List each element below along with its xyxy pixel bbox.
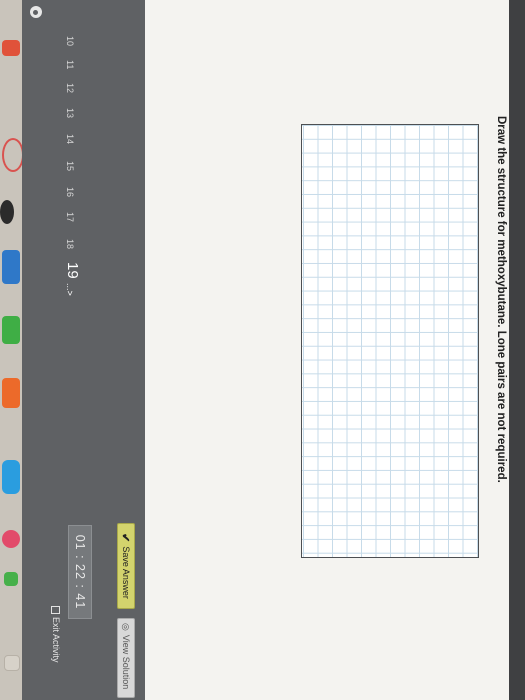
page-more-link[interactable]: ...> <box>65 283 75 296</box>
exit-activity-label: Exit Activity <box>51 617 61 663</box>
page-link-16[interactable]: 16 <box>65 187 75 197</box>
app-icon-dark[interactable] <box>0 200 14 224</box>
bottom-bar: ✔ Save Answer ◎ View Solution 01 : 22 : … <box>22 0 145 700</box>
lightbulb-icon: ◎ <box>121 623 132 631</box>
app-icon-pink[interactable] <box>2 530 20 548</box>
page-link-11[interactable]: 11 <box>65 60 75 69</box>
view-solution-button[interactable]: ◎ View Solution <box>117 618 135 698</box>
app-icon-ring[interactable] <box>2 138 24 172</box>
app-icon-grey[interactable] <box>4 655 20 671</box>
exit-activity-link[interactable]: Exit Activity <box>51 606 61 663</box>
question-prompt: Draw the structure for methoxybutane. Lo… <box>495 116 507 483</box>
page-link-14[interactable]: 14 <box>65 134 75 144</box>
save-answer-label: Save Answer <box>121 546 131 599</box>
save-answer-button[interactable]: ✔ Save Answer <box>117 523 135 609</box>
exit-icon <box>51 606 61 614</box>
check-icon: ✔ <box>119 533 132 543</box>
page-link-18[interactable]: 18 <box>65 239 75 249</box>
page-link-10[interactable]: 10 <box>65 36 75 46</box>
app-icon-green[interactable] <box>2 316 20 344</box>
app-icon-green-small[interactable] <box>4 572 18 586</box>
top-bar <box>509 0 525 700</box>
view-solution-label: View Solution <box>121 634 131 690</box>
page-link-17[interactable]: 17 <box>65 212 75 222</box>
page-link-12[interactable]: 12 <box>65 83 75 93</box>
app-icon-orange[interactable] <box>2 378 20 408</box>
app-icon-blue[interactable] <box>2 250 20 284</box>
page-link-13[interactable]: 13 <box>65 108 75 118</box>
app-icon-cyan[interactable] <box>2 460 20 494</box>
page-link-15[interactable]: 15 <box>65 161 75 171</box>
activity-page: Draw the structure for methoxybutane. Lo… <box>22 0 525 700</box>
menu-dot-icon[interactable] <box>30 6 42 18</box>
drawing-canvas[interactable] <box>301 124 479 558</box>
page-link-current[interactable]: 19 <box>64 262 81 279</box>
app-icon-red[interactable] <box>2 40 20 56</box>
app-dock <box>0 0 24 700</box>
question-pagination: 10 11 12 13 14 15 16 17 18 19 ...> <box>35 0 81 700</box>
